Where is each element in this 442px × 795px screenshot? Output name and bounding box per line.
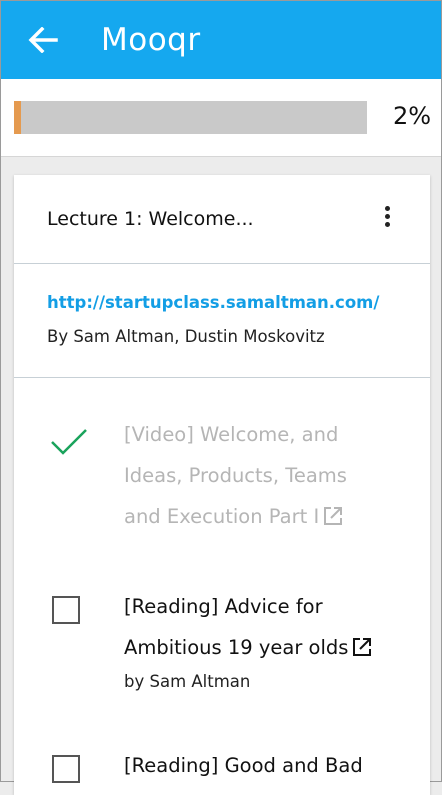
item-title: [Reading] Good and Bad xyxy=(124,745,389,786)
checkmark-icon xyxy=(51,429,87,455)
item-title-text: [Reading] Advice for Ambitious 19 year o… xyxy=(124,595,349,659)
arrow-left-icon xyxy=(28,27,58,53)
card-header: Lecture 1: Welcome... xyxy=(14,175,430,264)
source-block: http://startupclass.samaltman.com/ By Sa… xyxy=(14,264,430,378)
back-button[interactable] xyxy=(23,20,63,60)
app-bar: Mooqr xyxy=(1,1,441,79)
more-vert-icon xyxy=(374,206,400,227)
external-link-icon[interactable] xyxy=(323,506,343,526)
progress-fill xyxy=(14,101,22,134)
source-link[interactable]: http://startupclass.samaltman.com/ xyxy=(47,293,379,312)
progress-bar xyxy=(14,101,367,134)
item-title-text: [Reading] Good and Bad xyxy=(124,754,363,777)
external-link-icon[interactable] xyxy=(352,637,372,657)
item-checkbox[interactable] xyxy=(52,596,80,624)
lecture-title: Lecture 1: Welcome... xyxy=(47,208,254,230)
item-title: [Video] Welcome, and Ideas, Products, Te… xyxy=(124,414,389,537)
progress-section: 2% xyxy=(1,79,441,157)
source-authors: By Sam Altman, Dustin Moskovitz xyxy=(47,327,325,346)
more-options-button[interactable] xyxy=(374,203,400,233)
item-author: by Sam Altman xyxy=(124,672,251,691)
item-title: [Reading] Advice for Ambitious 19 year o… xyxy=(124,586,389,668)
lecture-card: Lecture 1: Welcome... http://startupclas… xyxy=(14,175,430,795)
progress-percent: 2% xyxy=(393,102,432,130)
item-title-text: [Video] Welcome, and Ideas, Products, Te… xyxy=(124,423,347,528)
item-checkbox[interactable] xyxy=(52,755,80,783)
app-title: Mooqr xyxy=(101,22,201,58)
